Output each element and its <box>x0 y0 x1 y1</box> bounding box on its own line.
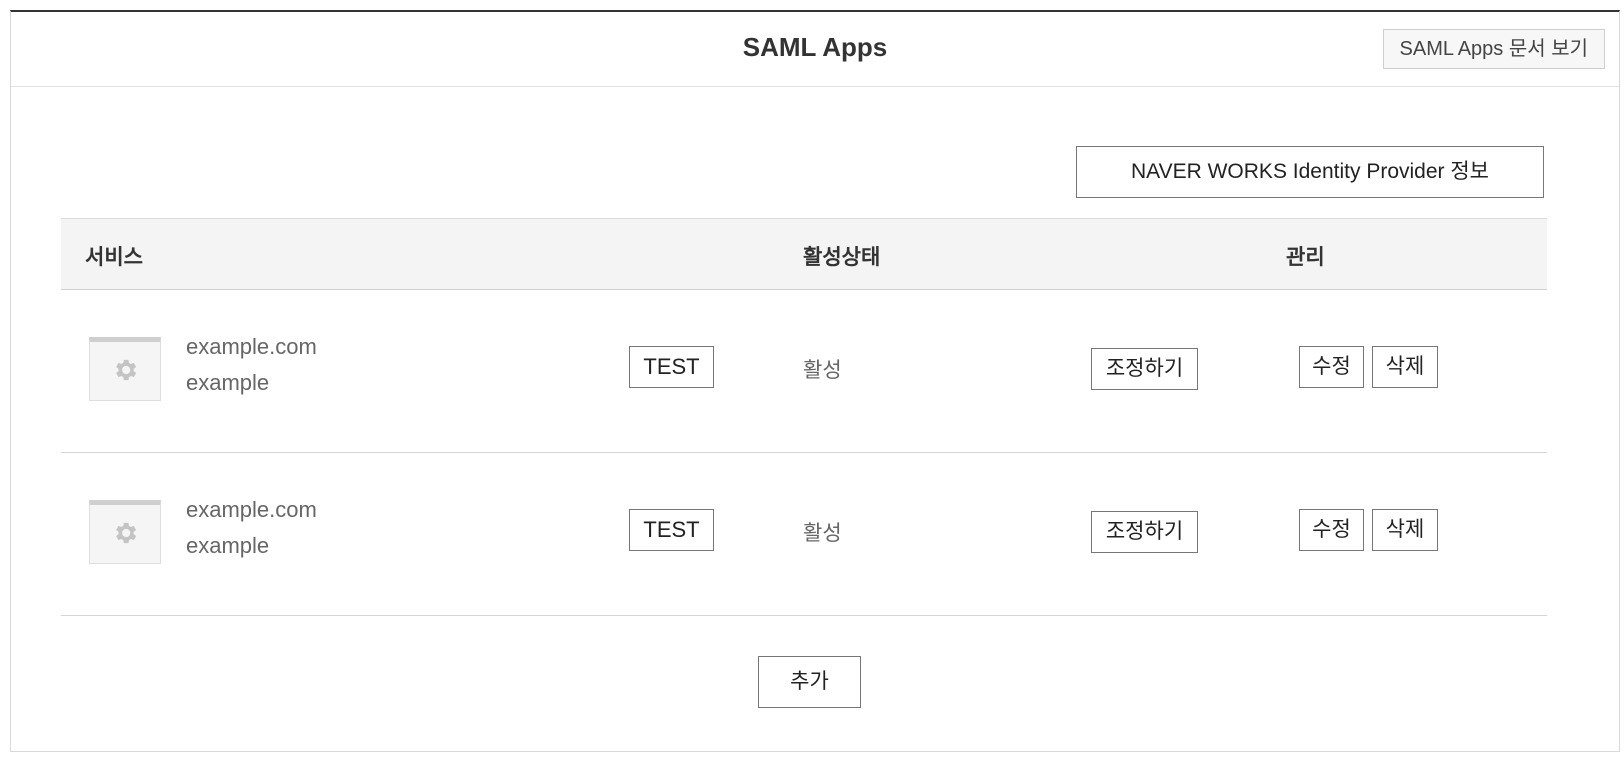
view-docs-button[interactable]: SAML Apps 문서 보기 <box>1382 29 1605 69</box>
app-thumbnail <box>89 337 161 401</box>
page-title: SAML Apps <box>742 32 888 62</box>
status-text: 활성 <box>803 522 842 545</box>
app-domain: example.com <box>186 334 317 359</box>
adjust-button[interactable]: 조정하기 <box>1091 511 1198 553</box>
column-header-status: 활성상태 <box>803 246 881 269</box>
app-domain: example.com <box>186 497 317 522</box>
table-row: example.com example TEST 활성 조정하기 수정 삭제 <box>61 290 1547 453</box>
saml-apps-table: 서비스 활성상태 관리 example.com example TEST 활성 … <box>61 218 1547 616</box>
delete-button[interactable]: 삭제 <box>1372 346 1438 388</box>
gear-icon <box>116 359 137 381</box>
status-text: 활성 <box>803 359 842 382</box>
identity-provider-info-button[interactable]: NAVER WORKS Identity Provider 정보 <box>1076 146 1544 198</box>
app-thumbnail <box>89 500 161 564</box>
column-header-service: 서비스 <box>85 246 143 269</box>
add-app-button[interactable]: 추가 <box>758 656 861 708</box>
panel-header: SAML Apps SAML Apps 문서 보기 <box>11 12 1619 87</box>
table-header: 서비스 활성상태 관리 <box>61 218 1547 290</box>
column-header-manage: 관리 <box>1286 246 1325 269</box>
gear-icon <box>116 522 137 544</box>
adjust-button[interactable]: 조정하기 <box>1091 348 1198 390</box>
test-button[interactable]: TEST <box>629 509 714 551</box>
app-name: example <box>186 533 270 558</box>
edit-button[interactable]: 수정 <box>1299 346 1364 388</box>
test-button[interactable]: TEST <box>629 346 714 388</box>
edit-button[interactable]: 수정 <box>1299 509 1364 551</box>
app-name: example <box>186 370 270 395</box>
table-row: example.com example TEST 활성 조정하기 수정 삭제 <box>61 453 1547 616</box>
delete-button[interactable]: 삭제 <box>1372 509 1438 551</box>
